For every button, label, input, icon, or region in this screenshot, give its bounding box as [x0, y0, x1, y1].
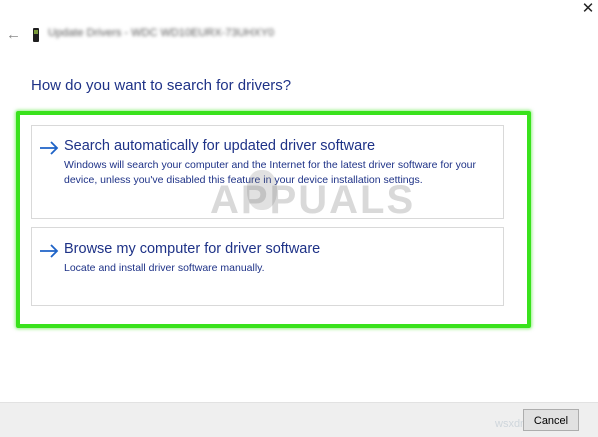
- close-icon[interactable]: ✕: [578, 0, 598, 20]
- option-description: Locate and install driver software manua…: [64, 262, 265, 274]
- option-title: Search automatically for updated driver …: [64, 138, 376, 154]
- option-title: Browse my computer for driver software: [64, 241, 321, 257]
- update-drivers-dialog: ← Update Drivers - WDC WD10EURX-73UHXY0 …: [0, 0, 598, 437]
- search-automatically-option[interactable]: Search automatically for updated driver …: [31, 125, 504, 219]
- option-description: Windows will search your computer and th…: [64, 159, 477, 186]
- window-title: Update Drivers - WDC WD10EURX-73UHXY0: [48, 27, 275, 39]
- dialog-footer: [0, 402, 598, 437]
- page-heading: How do you want to search for drivers?: [31, 77, 292, 94]
- right-arrow-icon: [40, 141, 59, 155]
- browse-computer-option[interactable]: Browse my computer for driver software L…: [31, 227, 504, 306]
- device-icon: [33, 28, 39, 42]
- back-arrow-icon[interactable]: ←: [6, 27, 22, 43]
- cancel-button[interactable]: Cancel: [523, 409, 579, 431]
- right-arrow-icon: [40, 244, 59, 258]
